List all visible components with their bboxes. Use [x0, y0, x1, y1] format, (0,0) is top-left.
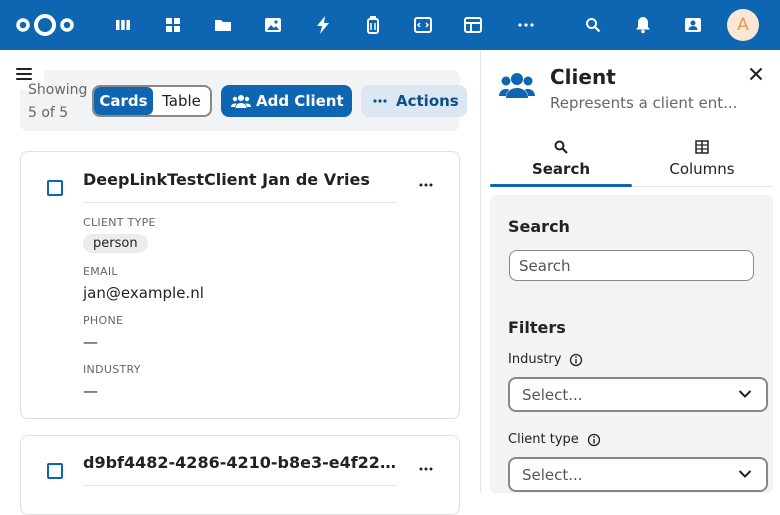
main-content: Showing 5 of 5 Cards Table Add Client Ac…: [0, 50, 480, 515]
field-label: EMAIL: [83, 265, 118, 278]
filter-label-industry: Industry: [508, 352, 583, 367]
tab-search[interactable]: Search: [490, 136, 632, 186]
filter-label-client-type: Client type: [508, 432, 601, 447]
close-icon[interactable]: [749, 67, 763, 81]
search-panel: [490, 195, 773, 493]
card-more-icon[interactable]: [417, 460, 435, 478]
search-input[interactable]: [509, 250, 754, 281]
code-icon[interactable]: [413, 15, 433, 35]
search-icon: [554, 140, 568, 154]
contacts-icon[interactable]: [683, 15, 703, 35]
users-icon: [499, 73, 535, 98]
nextcloud-logo[interactable]: [14, 13, 76, 37]
grid-icon[interactable]: [163, 15, 183, 35]
users-icon: [231, 95, 251, 108]
phone-value: —: [83, 333, 98, 351]
tables-icon[interactable]: [463, 15, 483, 35]
deck-icon[interactable]: [363, 15, 383, 35]
sidebar-subtitle: Represents a client ent...: [550, 94, 738, 112]
email-value: jan@example.nl: [83, 284, 204, 302]
activity-icon[interactable]: [313, 15, 333, 35]
notifications-bell-icon[interactable]: [633, 15, 653, 35]
field-label: INDUSTRY: [83, 363, 141, 376]
tab-columns[interactable]: Columns: [631, 136, 773, 186]
view-mode-switch: Cards Table: [92, 85, 212, 117]
card-title[interactable]: DeepLinkTestClient Jan de Vries: [83, 170, 398, 189]
top-bar: A: [0, 0, 780, 50]
details-sidebar: Client Represents a client ent... Search…: [480, 50, 780, 493]
info-icon[interactable]: [569, 353, 583, 367]
actions-button[interactable]: Actions: [361, 85, 467, 117]
results-count: Showing 5 of 5: [28, 82, 88, 121]
select-checkbox[interactable]: [47, 463, 63, 479]
industry-value: —: [83, 382, 98, 400]
dashboard-icon[interactable]: [113, 15, 133, 35]
search-heading: Search: [508, 217, 570, 236]
active-tab-indicator: [490, 184, 632, 187]
field-label: PHONE: [83, 314, 124, 327]
photos-icon[interactable]: [263, 15, 283, 35]
chevron-down-icon: [738, 390, 752, 398]
field-label: CLIENT TYPE: [83, 216, 156, 229]
select-checkbox[interactable]: [47, 180, 63, 196]
info-icon[interactable]: [587, 433, 601, 447]
card-more-icon[interactable]: [417, 176, 435, 194]
columns-icon: [695, 140, 709, 154]
client-card[interactable]: DeepLinkTestClient Jan de Vries CLIENT T…: [20, 151, 460, 419]
chevron-down-icon: [738, 470, 752, 478]
filters-heading: Filters: [508, 318, 566, 337]
view-table-button[interactable]: Table: [153, 87, 210, 115]
add-client-button[interactable]: Add Client: [221, 85, 352, 117]
view-cards-button[interactable]: Cards: [94, 87, 153, 115]
client-type-chip: person: [83, 234, 148, 253]
search-icon[interactable]: [583, 15, 603, 35]
files-icon[interactable]: [213, 15, 233, 35]
client-type-select[interactable]: Select...: [508, 457, 768, 492]
more-icon: [373, 99, 387, 103]
more-apps-icon[interactable]: [516, 15, 536, 35]
avatar[interactable]: A: [727, 9, 759, 41]
sidebar-title: Client: [550, 65, 616, 89]
card-title[interactable]: d9bf4482-4286-4210-b8e3-e4f22...: [83, 453, 398, 472]
industry-select[interactable]: Select...: [508, 377, 768, 412]
client-card[interactable]: d9bf4482-4286-4210-b8e3-e4f22...: [20, 435, 460, 515]
